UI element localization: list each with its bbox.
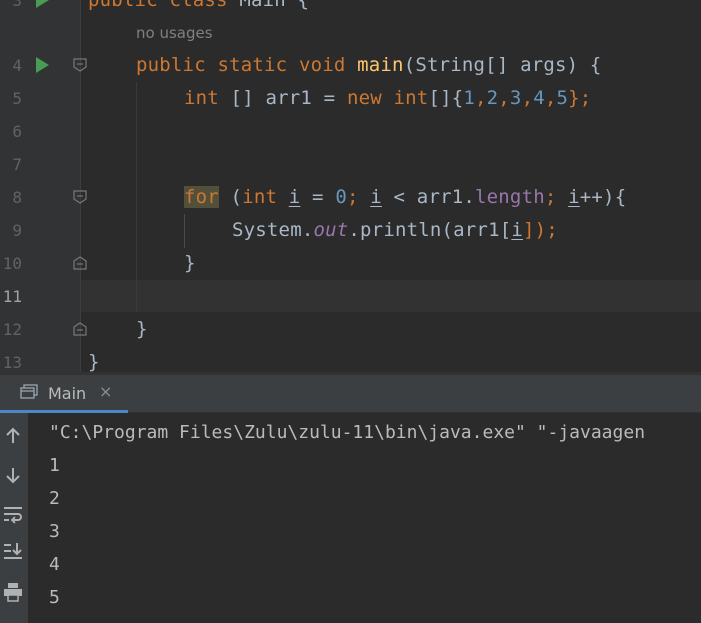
run-tab-bar: Main × — [0, 375, 701, 413]
tab-main[interactable]: Main × — [0, 375, 128, 413]
arrow-up-icon[interactable] — [2, 425, 24, 447]
ide-window: 3 public class Main { no usages 4 public… — [0, 0, 701, 623]
close-icon[interactable]: × — [99, 382, 112, 401]
code-line-11: 11 — [0, 280, 701, 313]
code-line-13: 13 } — [0, 346, 701, 372]
console-output-line: 5 — [49, 587, 60, 608]
soft-wrap-icon[interactable] — [2, 503, 24, 525]
line-number: 10 — [2, 254, 22, 273]
line-number: 4 — [12, 56, 22, 75]
print-icon[interactable] — [2, 581, 24, 603]
console-output-line: 4 — [49, 554, 60, 575]
console-output-line: 2 — [49, 488, 60, 509]
code-editor[interactable]: 3 public class Main { no usages 4 public… — [0, 0, 701, 372]
console-icon — [20, 384, 38, 399]
line-number: 3 — [12, 0, 22, 10]
code-line-12: 12 } — [0, 313, 701, 346]
run-tool-window: Main × "C:\Program Files\Zulu\zulu-11\bi… — [0, 375, 701, 623]
fold-close-icon[interactable] — [73, 322, 87, 336]
line-number: 6 — [12, 122, 22, 141]
line-number: 9 — [12, 221, 22, 240]
code-line-10: 10 } — [0, 247, 701, 280]
line-number: 13 — [2, 353, 22, 372]
line-number: 8 — [12, 188, 22, 207]
code-line-7: 7 — [0, 148, 701, 181]
code-text: } — [184, 252, 196, 274]
console-command-line: "C:\Program Files\Zulu\zulu-11\bin\java.… — [49, 422, 646, 443]
code-line-6: 6 — [0, 115, 701, 148]
line-number: 11 — [2, 287, 22, 306]
code-line-5: 5 int [] arr1 = new int[]{1,2,3,4,5}; — [0, 82, 701, 115]
code-text: for (int i = 0; i < arr1.length; i++){ — [184, 186, 627, 208]
code-text: } — [88, 351, 100, 372]
code-line-3: 3 public class Main { — [0, 0, 701, 17]
fold-open-icon[interactable] — [73, 58, 87, 72]
fold-close-icon[interactable] — [73, 256, 87, 270]
code-text: System.out.println(arr1[i]); — [232, 219, 558, 241]
code-text: public class Main { — [88, 0, 310, 11]
scroll-to-end-icon[interactable] — [2, 540, 24, 562]
code-line-4: 4 public static void main(String[] args)… — [0, 49, 701, 82]
code-line-9: 9 System.out.println(arr1[i]); — [0, 214, 701, 247]
line-number: 7 — [12, 155, 22, 174]
console-output-line: 3 — [49, 521, 60, 542]
usage-hint-line: no usages — [0, 17, 701, 50]
console-output[interactable]: "C:\Program Files\Zulu\zulu-11\bin\java.… — [36, 413, 701, 623]
console-output-line: 1 — [49, 455, 60, 476]
code-text: public static void main(String[] args) { — [136, 54, 602, 76]
tab-label: Main — [48, 384, 87, 403]
arrow-down-icon[interactable] — [2, 464, 24, 486]
line-number: 5 — [12, 89, 22, 108]
console-toolbar — [0, 413, 28, 623]
run-class-icon[interactable] — [36, 0, 49, 8]
for-keyword-highlight: for — [184, 186, 219, 208]
usage-hint[interactable]: no usages — [136, 24, 213, 42]
code-text: int [] arr1 = new int[]{1,2,3,4,5}; — [184, 87, 592, 109]
code-line-8: 8 for (int i = 0; i < arr1.length; i++){ — [0, 181, 701, 214]
run-main-icon[interactable] — [36, 57, 49, 73]
line-number: 12 — [2, 320, 22, 339]
code-text: } — [136, 318, 148, 340]
fold-open-icon[interactable] — [73, 190, 87, 204]
